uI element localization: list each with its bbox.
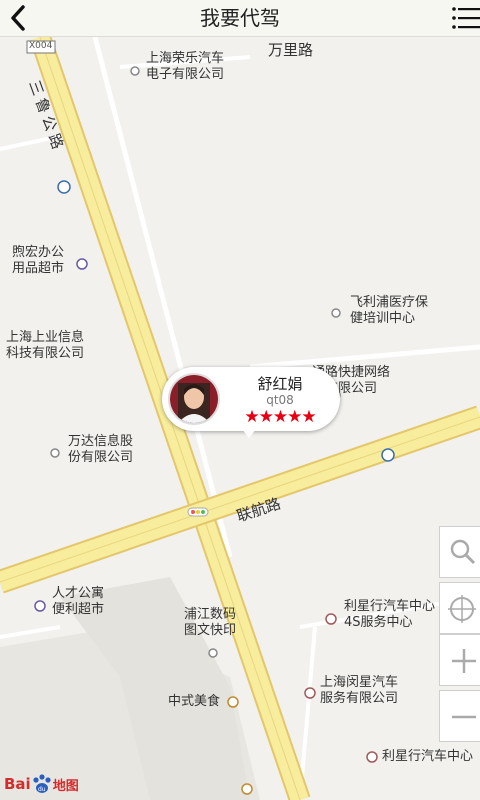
driver-avatar-icon bbox=[170, 375, 218, 423]
poi-xuhong: 煦宏办公 用品超市 bbox=[12, 245, 65, 276]
locate-icon bbox=[448, 595, 476, 623]
poi-philips: 飞利浦医疗保 健培训中心 bbox=[350, 295, 429, 326]
poi-wanda: 万达信息股 份有限公司 bbox=[68, 434, 134, 465]
logo-brand: Bai bbox=[4, 775, 31, 793]
svg-text:du: du bbox=[38, 786, 46, 793]
road-label-x004: X004 bbox=[29, 41, 53, 51]
poi-shangye: 上海上业信息 科技有限公司 bbox=[6, 330, 85, 361]
driver-id: qt08 bbox=[266, 393, 294, 407]
logo-suffix: 地图 bbox=[52, 778, 79, 794]
driver-rating-stars: ★★★★★ bbox=[244, 407, 316, 427]
search-icon bbox=[450, 539, 476, 565]
map-locate-button[interactable] bbox=[439, 582, 480, 634]
poi-zhongshi: 中式美食 bbox=[168, 694, 221, 709]
paw-icon: du bbox=[33, 774, 51, 793]
map-search-button[interactable] bbox=[439, 526, 480, 578]
zoom-in-button[interactable] bbox=[439, 634, 480, 686]
poi-pujiang: 浦江数码 图文快印 bbox=[184, 607, 237, 638]
plus-icon bbox=[452, 649, 476, 673]
menu-button[interactable] bbox=[448, 4, 480, 32]
poi-rencai: 人才公寓 便利超市 bbox=[52, 586, 105, 617]
page-title: 我要代驾 bbox=[200, 6, 280, 30]
poi-minxing: 上海闵星汽车 服务有限公司 bbox=[320, 675, 399, 706]
minus-icon bbox=[452, 715, 476, 719]
driver-popup[interactable]: 舒红娟 qt08 ★★★★★ bbox=[162, 367, 340, 438]
road-label-wanli: 万里路 bbox=[268, 41, 314, 59]
zoom-out-button[interactable] bbox=[439, 690, 480, 742]
avatar bbox=[168, 373, 220, 425]
poi-lixing-4s: 利星行汽车中心 4S服务中心 bbox=[344, 599, 436, 630]
popup-tail bbox=[242, 429, 256, 438]
poi-rongle: 上海荣乐汽车 电子有限公司 bbox=[146, 51, 225, 82]
baidu-map-logo: Bai du 地图 bbox=[4, 774, 79, 794]
poi-lixing: 利星行汽车中心 bbox=[382, 749, 474, 764]
top-bar: 我要代驾 bbox=[0, 0, 480, 37]
menu-list-icon bbox=[452, 7, 480, 29]
map-view[interactable]: 三鲁公路 联航路 万里路 X004 上海荣乐汽车 电子有限公司 煦宏办公 用品超… bbox=[0, 37, 480, 800]
driver-name: 舒红娟 bbox=[257, 375, 303, 393]
